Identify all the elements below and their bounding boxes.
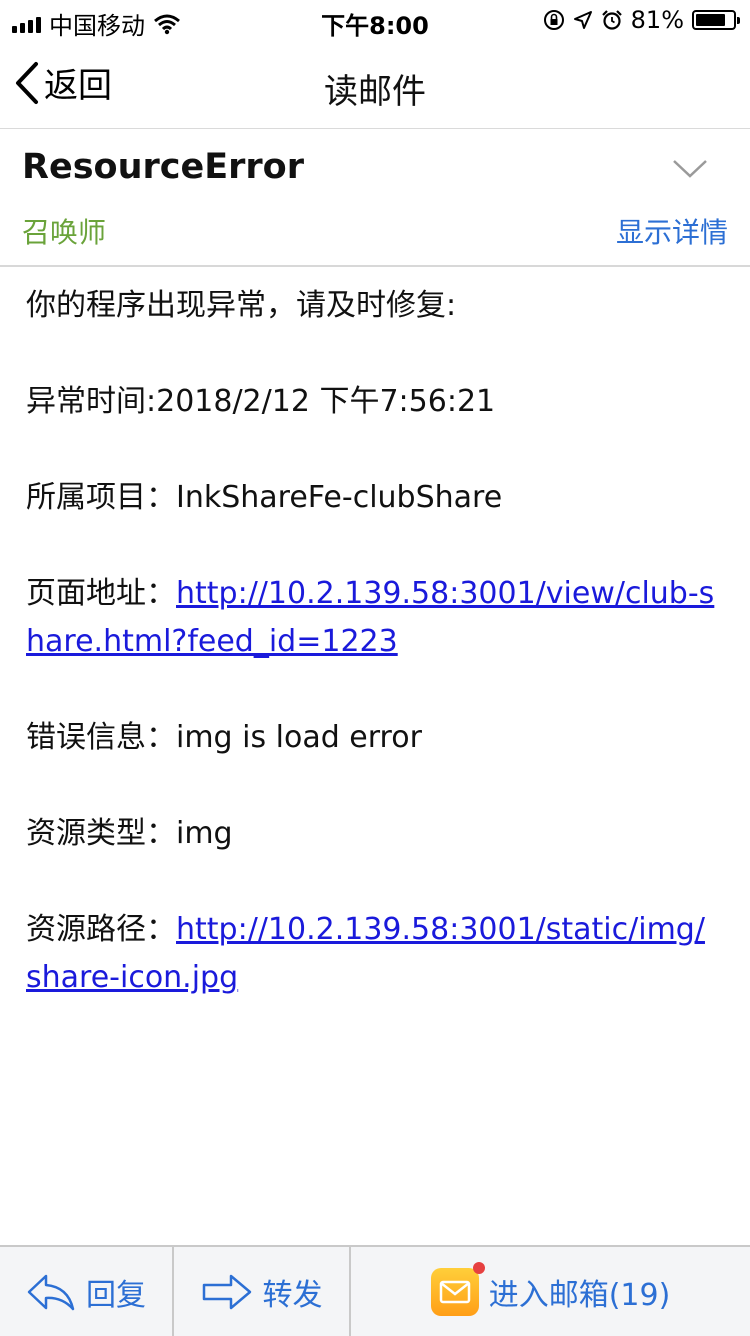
status-bar: 中国移动 下午8:00 81%	[0, 0, 750, 40]
error-message-line: 错误信息：img is load error	[26, 714, 716, 762]
bottom-toolbar: 回复 转发 进入邮箱(19)	[0, 1245, 750, 1336]
status-right: 81%	[543, 6, 740, 34]
mail-subject: ResourceError	[22, 147, 304, 187]
alarm-icon	[601, 10, 622, 30]
battery-level	[696, 14, 726, 26]
battery-percent: 81%	[630, 6, 684, 34]
location-arrow-icon	[573, 11, 592, 29]
envelope-icon	[439, 1280, 470, 1303]
resource-type-line: 资源类型：img	[26, 810, 716, 858]
project-line: 所属项目：InkShareFe-clubShare	[26, 474, 716, 522]
error-message-label: 错误信息：	[26, 720, 176, 755]
mail-app-icon	[430, 1261, 485, 1316]
reply-button[interactable]: 回复	[0, 1247, 174, 1336]
error-message-value: img is load error	[176, 720, 422, 755]
project-value: InkShareFe-clubShare	[176, 480, 503, 515]
battery-icon	[692, 10, 740, 30]
page-url-line: 页面地址：http://10.2.139.58:3001/view/club-s…	[26, 570, 716, 666]
chevron-down-icon[interactable]	[670, 157, 710, 181]
mail-body: 你的程序出现异常，请及时修复: 异常时间:2018/2/12 下午7:56:21…	[26, 282, 716, 1050]
resource-type-label: 资源类型：	[26, 816, 176, 851]
enter-mailbox-label: 进入邮箱(19)	[488, 1277, 671, 1313]
reply-label: 回复	[86, 1277, 146, 1313]
forward-arrow-icon	[202, 1274, 251, 1309]
resource-type-value: img	[176, 816, 233, 851]
page-title: 读邮件	[324, 72, 426, 112]
mail-header: ResourceError 召唤师 显示详情	[0, 129, 750, 267]
error-time-line: 异常时间:2018/2/12 下午7:56:21	[26, 384, 496, 419]
project-label: 所属项目：	[26, 480, 176, 515]
navigation-bar: 返回 读邮件	[0, 40, 750, 129]
unread-badge-dot	[472, 1261, 485, 1274]
forward-button[interactable]: 转发	[174, 1247, 351, 1336]
enter-mailbox-button[interactable]: 进入邮箱(19)	[351, 1247, 750, 1336]
show-details-link[interactable]: 显示详情	[616, 211, 728, 251]
reply-arrow-icon	[27, 1274, 75, 1310]
resource-path-line: 资源路径：http://10.2.139.58:3001/static/img/…	[26, 906, 716, 1002]
resource-path-label: 资源路径：	[26, 912, 176, 947]
orientation-lock-icon	[543, 10, 564, 30]
sender-name[interactable]: 召唤师	[22, 211, 106, 251]
page-url-label: 页面地址：	[26, 576, 176, 611]
forward-label: 转发	[262, 1277, 323, 1313]
mail-intro: 你的程序出现异常，请及时修复:	[26, 288, 457, 323]
